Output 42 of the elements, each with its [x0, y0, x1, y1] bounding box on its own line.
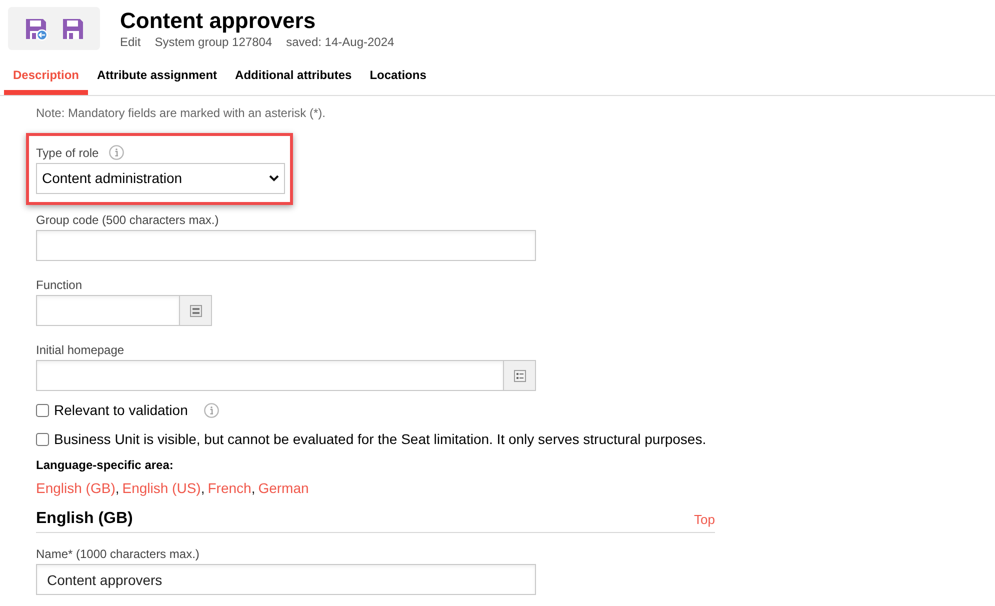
lookup-icon	[190, 304, 202, 316]
field-label: Function	[36, 278, 82, 292]
field-label: Initial homepage	[36, 343, 124, 357]
tab[interactable]: Additional attributes	[226, 60, 361, 95]
note-text: Note: Mandatory fields are marked with an asterisk (*).	[36, 106, 326, 120]
text-field[interactable]	[36, 360, 504, 391]
language-link[interactable]: English (US)	[122, 480, 201, 496]
field-label: Type of role	[36, 146, 99, 160]
language-link[interactable]: English (GB)	[36, 480, 116, 496]
section-heading: English (GB)	[36, 509, 133, 529]
checkbox-label: Relevant to validation	[54, 402, 188, 418]
field-label: Group code (500 characters max.)	[36, 213, 219, 227]
section-label: Language-specific area:	[36, 458, 174, 472]
role-select[interactable]: Content administration	[36, 163, 285, 194]
chevron-down-icon	[269, 175, 279, 182]
separator-text: ,	[200, 480, 205, 496]
page-title: Content approvers	[120, 7, 316, 35]
info-icon[interactable]	[204, 402, 219, 418]
save-icon[interactable]	[60, 16, 84, 40]
meta-text: saved: 14-Aug-2024	[286, 35, 394, 49]
checkbox-label: Business Unit is visible, but cannot be evaluated for the Seat limitation. It only serves structural purposes.	[54, 431, 706, 447]
lookup-button[interactable]	[180, 295, 212, 326]
top-link[interactable]: Top	[694, 510, 715, 529]
meta-text: System group 127804	[154, 35, 272, 49]
tab[interactable]: Description	[4, 60, 88, 95]
checkbox[interactable]	[36, 432, 49, 446]
language-link[interactable]: German	[258, 480, 309, 496]
field-label: Name* (1000 characters max.)	[36, 547, 200, 561]
save-icon[interactable]	[24, 16, 48, 40]
text-field[interactable]: Content approvers	[36, 564, 536, 595]
meta-text: Edit	[120, 35, 141, 49]
checkbox[interactable]	[36, 404, 49, 416]
text-field[interactable]	[36, 295, 180, 326]
list-icon	[514, 370, 526, 382]
tab[interactable]: Locations	[360, 60, 436, 95]
lookup-button[interactable]	[504, 360, 536, 391]
info-icon[interactable]	[108, 145, 124, 160]
text-field[interactable]	[36, 230, 536, 261]
separator-text: ,	[251, 480, 256, 496]
separator-text: ,	[115, 480, 120, 496]
tab[interactable]: Attribute assignment	[88, 60, 226, 95]
language-link[interactable]: French	[208, 480, 252, 496]
